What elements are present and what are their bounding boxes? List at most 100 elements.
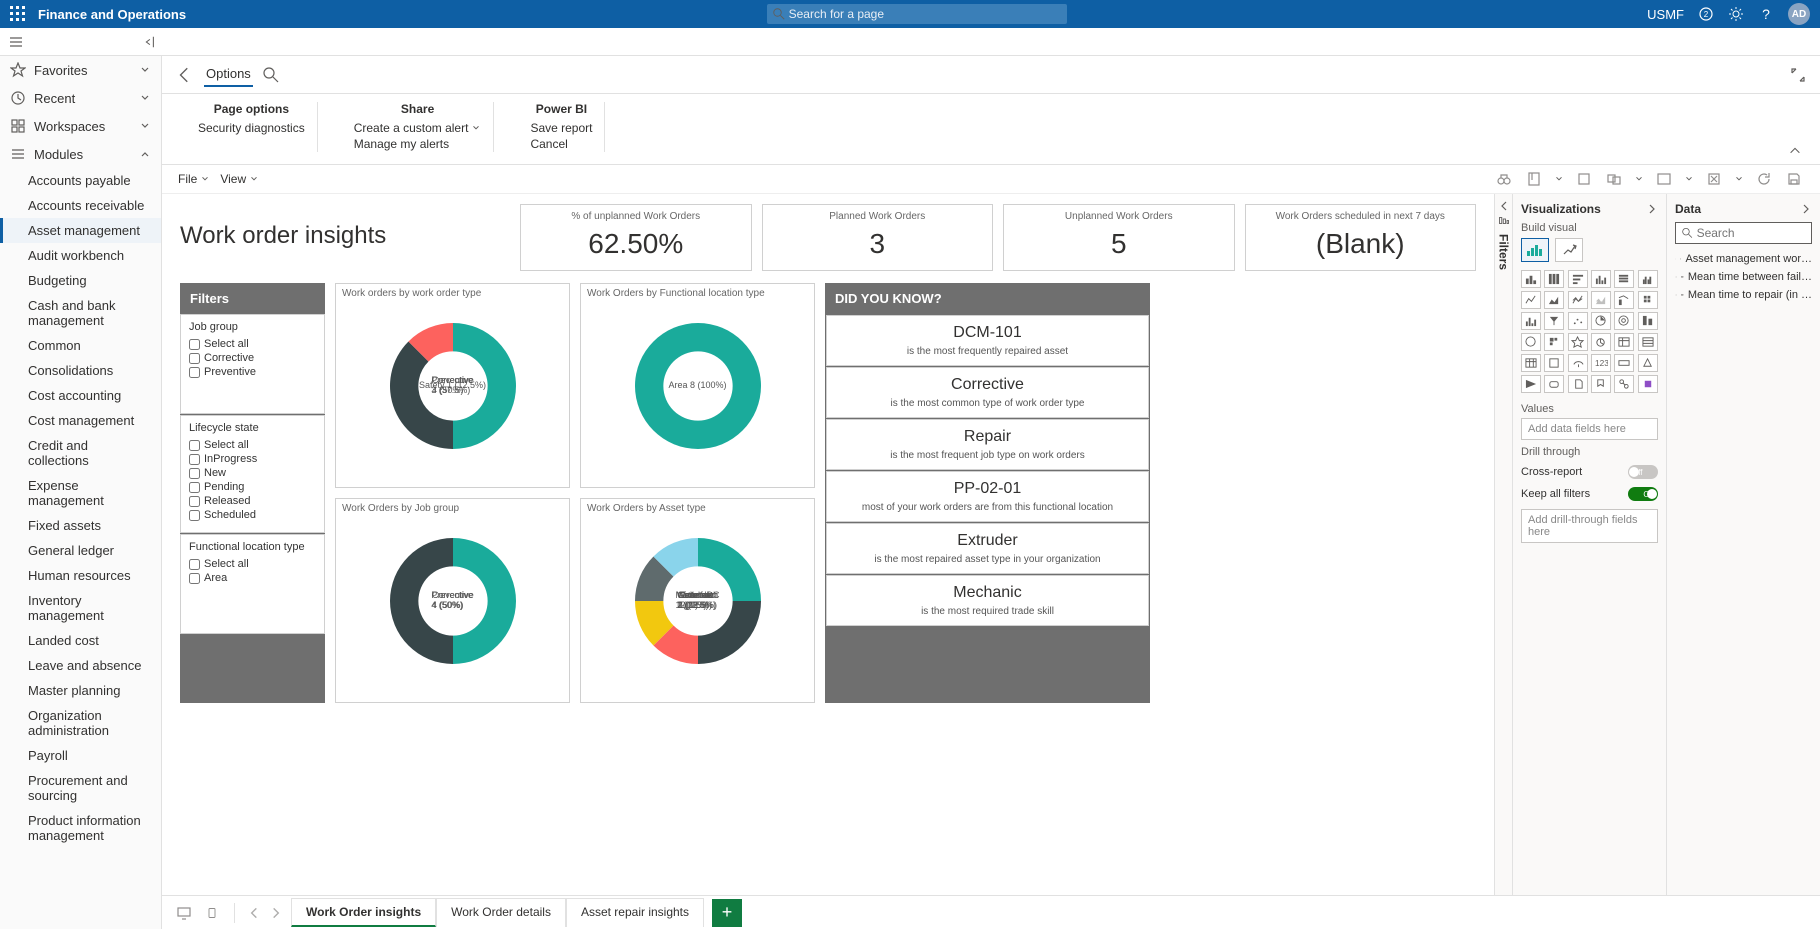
module-item[interactable]: Human resources xyxy=(0,563,161,588)
viz-type-icon[interactable] xyxy=(1614,270,1634,288)
filter-option[interactable]: InProgress xyxy=(189,452,316,466)
option-item[interactable]: Manage my alerts xyxy=(354,136,482,152)
viz-type-icon[interactable] xyxy=(1614,291,1634,309)
module-item[interactable]: Asset management xyxy=(0,218,161,243)
chevron-right-icon[interactable] xyxy=(1646,203,1658,215)
viz-type-icon[interactable] xyxy=(1568,270,1588,288)
module-item[interactable]: Expense management xyxy=(0,473,161,513)
viz-type-icon[interactable] xyxy=(1521,333,1541,351)
viz-type-icon[interactable] xyxy=(1591,291,1611,309)
module-item[interactable]: Audit workbench xyxy=(0,243,161,268)
nav-modules[interactable]: Modules xyxy=(0,140,161,168)
viz-type-icon[interactable] xyxy=(1544,270,1564,288)
chart-card[interactable]: Work Orders by Job groupCorrective4 (50%… xyxy=(335,498,570,703)
module-item[interactable]: Cash and bank management xyxy=(0,293,161,333)
viz-type-icon[interactable] xyxy=(1521,312,1541,330)
back-icon[interactable] xyxy=(176,66,194,84)
viz-type-icon[interactable] xyxy=(1568,333,1588,351)
dataset-item[interactable]: Asset management wor… xyxy=(1675,250,1812,268)
option-item[interactable]: Cancel xyxy=(530,136,592,152)
build-visual-mode[interactable] xyxy=(1521,238,1549,262)
option-item[interactable]: Create a custom alert xyxy=(354,120,482,136)
viz-type-icon[interactable] xyxy=(1638,333,1658,351)
cross-report-toggle[interactable]: Off xyxy=(1628,465,1658,479)
kpi-card[interactable]: % of unplanned Work Orders62.50% xyxy=(520,204,752,271)
nav-favorites[interactable]: Favorites xyxy=(0,56,161,84)
viz-type-icon[interactable] xyxy=(1521,270,1541,288)
filters-pane-collapsed[interactable]: Filters xyxy=(1494,194,1512,895)
selection-icon[interactable] xyxy=(1574,169,1594,189)
module-item[interactable]: Master planning xyxy=(0,678,161,703)
add-tab-button[interactable]: + xyxy=(712,899,742,927)
nav-workspaces[interactable]: Workspaces xyxy=(0,112,161,140)
desktop-view-icon[interactable] xyxy=(174,903,194,923)
refresh-icon[interactable] xyxy=(1754,169,1774,189)
viz-type-icon[interactable] xyxy=(1591,333,1611,351)
chart-card[interactable]: Work Orders by Asset typeExtruder2 (25%)… xyxy=(580,498,815,703)
mobile-view-icon[interactable] xyxy=(202,903,222,923)
module-item[interactable]: Fixed assets xyxy=(0,513,161,538)
module-item[interactable]: Cost management xyxy=(0,408,161,433)
filter-option[interactable]: Corrective xyxy=(189,351,316,365)
module-item[interactable]: Accounts payable xyxy=(0,168,161,193)
collapse-nav-icon[interactable] xyxy=(142,35,1810,49)
viz-type-icon[interactable]: 123 xyxy=(1591,354,1611,372)
viz-type-icon[interactable] xyxy=(1568,354,1588,372)
chart-card[interactable]: Work Orders by Functional location typeA… xyxy=(580,283,815,488)
module-item[interactable]: Payroll xyxy=(0,743,161,768)
filter-option[interactable]: New xyxy=(189,466,316,480)
user-avatar[interactable]: AD xyxy=(1788,3,1810,25)
notification-icon[interactable]: 2 xyxy=(1698,6,1714,22)
viz-type-icon[interactable] xyxy=(1544,375,1564,393)
viz-type-icon[interactable] xyxy=(1614,312,1634,330)
filter-option[interactable]: Released xyxy=(189,494,316,508)
viz-type-icon[interactable] xyxy=(1568,291,1588,309)
viz-type-icon[interactable] xyxy=(1614,354,1634,372)
module-item[interactable]: Budgeting xyxy=(0,268,161,293)
viz-type-icon[interactable] xyxy=(1544,291,1564,309)
data-search-input[interactable] xyxy=(1697,226,1805,240)
filter-option[interactable]: Scheduled xyxy=(189,508,316,522)
filter-option[interactable]: Preventive xyxy=(189,365,316,379)
pbi-view-menu[interactable]: View xyxy=(220,172,259,186)
dataset-item[interactable]: Mean time between fail… xyxy=(1675,268,1812,286)
viz-type-icon[interactable] xyxy=(1614,375,1634,393)
company-code[interactable]: USMF xyxy=(1647,7,1684,22)
viz-type-icon[interactable] xyxy=(1544,312,1564,330)
report-tab[interactable]: Asset repair insights xyxy=(566,898,704,927)
viz-type-icon[interactable] xyxy=(1638,291,1658,309)
chevron-right-icon[interactable] xyxy=(1800,203,1812,215)
option-item[interactable]: Save report xyxy=(530,120,592,136)
chart-card[interactable]: Work orders by work order typeCorrective… xyxy=(335,283,570,488)
next-tab-icon[interactable] xyxy=(269,906,283,920)
nav-recent[interactable]: Recent xyxy=(0,84,161,112)
option-item[interactable]: Security diagnostics xyxy=(198,120,305,136)
expand-icon[interactable] xyxy=(1790,67,1806,83)
viz-type-icon[interactable] xyxy=(1521,375,1541,393)
viz-type-icon[interactable] xyxy=(1638,312,1658,330)
viz-type-icon[interactable] xyxy=(1638,375,1658,393)
chevron-left-icon[interactable] xyxy=(1498,200,1510,212)
hamburger-icon[interactable] xyxy=(8,34,24,50)
viz-type-icon[interactable] xyxy=(1544,354,1564,372)
binoculars-icon[interactable] xyxy=(1494,169,1514,189)
viz-type-icon[interactable] xyxy=(1614,333,1634,351)
kpi-card[interactable]: Planned Work Orders3 xyxy=(762,204,994,271)
filter-option[interactable]: Area xyxy=(189,571,316,585)
dataset-item[interactable]: Mean time to repair (in … xyxy=(1675,286,1812,304)
sync-icon[interactable] xyxy=(1604,169,1624,189)
save-icon[interactable] xyxy=(1784,169,1804,189)
module-item[interactable]: Consolidations xyxy=(0,358,161,383)
module-item[interactable]: Product information management xyxy=(0,808,161,848)
viz-type-icon[interactable] xyxy=(1544,333,1564,351)
module-item[interactable]: Credit and collections xyxy=(0,433,161,473)
module-item[interactable]: General ledger xyxy=(0,538,161,563)
filter-option[interactable]: Pending xyxy=(189,480,316,494)
search-icon[interactable] xyxy=(263,67,279,83)
viz-type-icon[interactable] xyxy=(1638,354,1658,372)
filter-option[interactable]: Select all xyxy=(189,438,316,452)
global-search[interactable]: Search for a page xyxy=(767,4,1067,24)
viz-type-icon[interactable] xyxy=(1521,291,1541,309)
bookmark-icon[interactable] xyxy=(1524,169,1544,189)
kpi-card[interactable]: Work Orders scheduled in next 7 days(Bla… xyxy=(1245,204,1477,271)
